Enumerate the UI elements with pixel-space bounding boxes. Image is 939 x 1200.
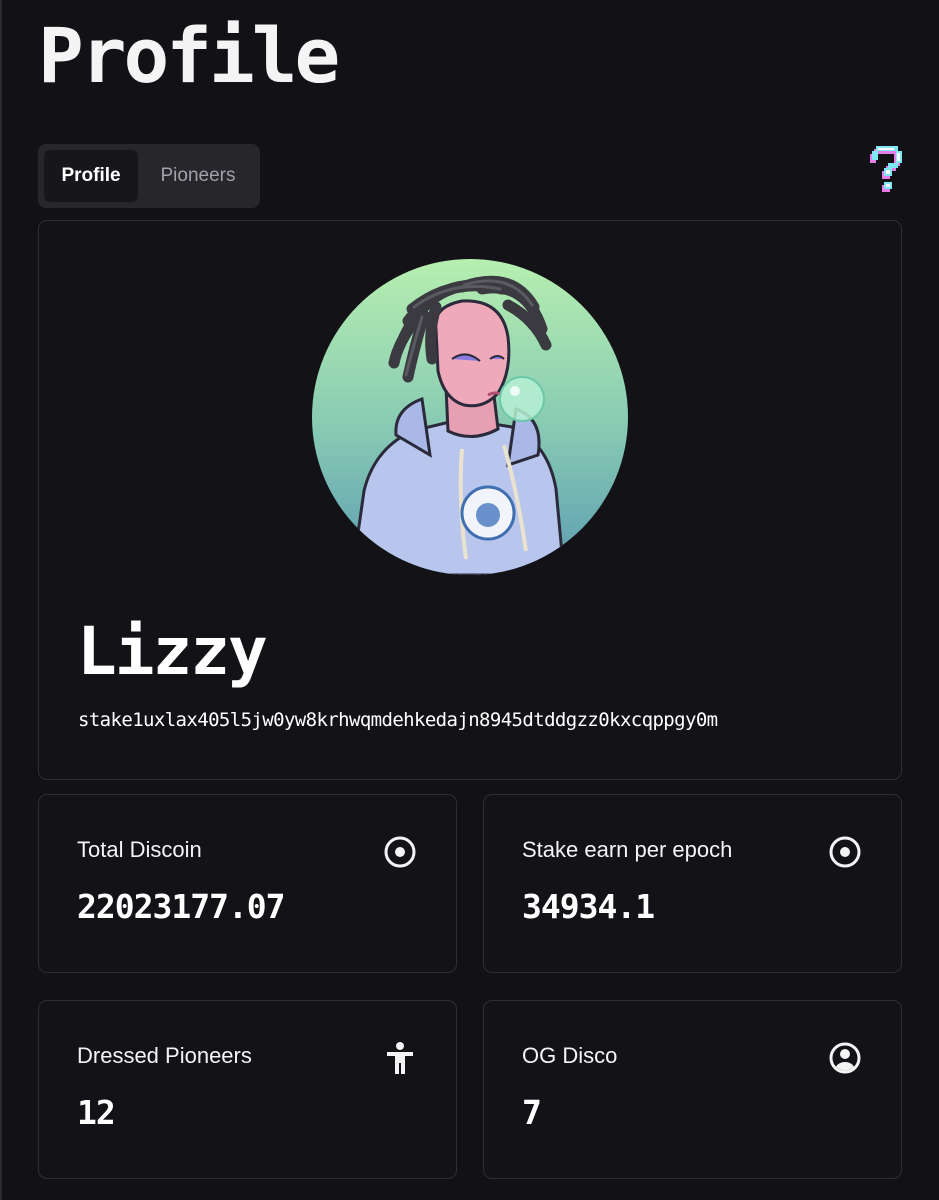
tab-bar: Profile Pioneers bbox=[38, 144, 260, 208]
user-name: Lizzy bbox=[77, 613, 268, 690]
user-circle-icon bbox=[828, 1041, 862, 1075]
coin-icon bbox=[383, 835, 417, 869]
page-title: Profile bbox=[38, 11, 340, 100]
question-mark-icon[interactable] bbox=[866, 144, 906, 196]
person-icon bbox=[383, 1041, 417, 1075]
stat-label: OG Disco bbox=[522, 1043, 618, 1068]
coin-icon bbox=[828, 835, 862, 869]
stat-value: 34934.1 bbox=[522, 887, 655, 926]
stat-label: Total Discoin bbox=[77, 837, 202, 862]
stat-card-stake-earn: Stake earn per epoch 34934.1 bbox=[483, 794, 902, 973]
tab-pioneers[interactable]: Pioneers bbox=[142, 150, 254, 202]
stat-card-og-disco: OG Disco 7 bbox=[483, 1000, 902, 1179]
avatar bbox=[312, 259, 628, 575]
stat-value: 22023177.07 bbox=[77, 887, 286, 926]
stat-card-total-discoin: Total Discoin 22023177.07 bbox=[38, 794, 457, 973]
stat-label: Stake earn per epoch bbox=[522, 837, 733, 862]
stake-address: stake1uxlax405l5jw0yw8krhwqmdehkedajn894… bbox=[78, 709, 718, 731]
profile-card: Lizzy stake1uxlax405l5jw0yw8krhwqmdehked… bbox=[38, 220, 902, 780]
stat-label: Dressed Pioneers bbox=[77, 1043, 252, 1068]
stat-card-dressed-pioneers: Dressed Pioneers 12 bbox=[38, 1000, 457, 1179]
tab-profile[interactable]: Profile bbox=[44, 150, 138, 202]
stat-value: 12 bbox=[77, 1093, 116, 1132]
stat-value: 7 bbox=[522, 1093, 542, 1132]
window-edge bbox=[0, 0, 2, 1200]
